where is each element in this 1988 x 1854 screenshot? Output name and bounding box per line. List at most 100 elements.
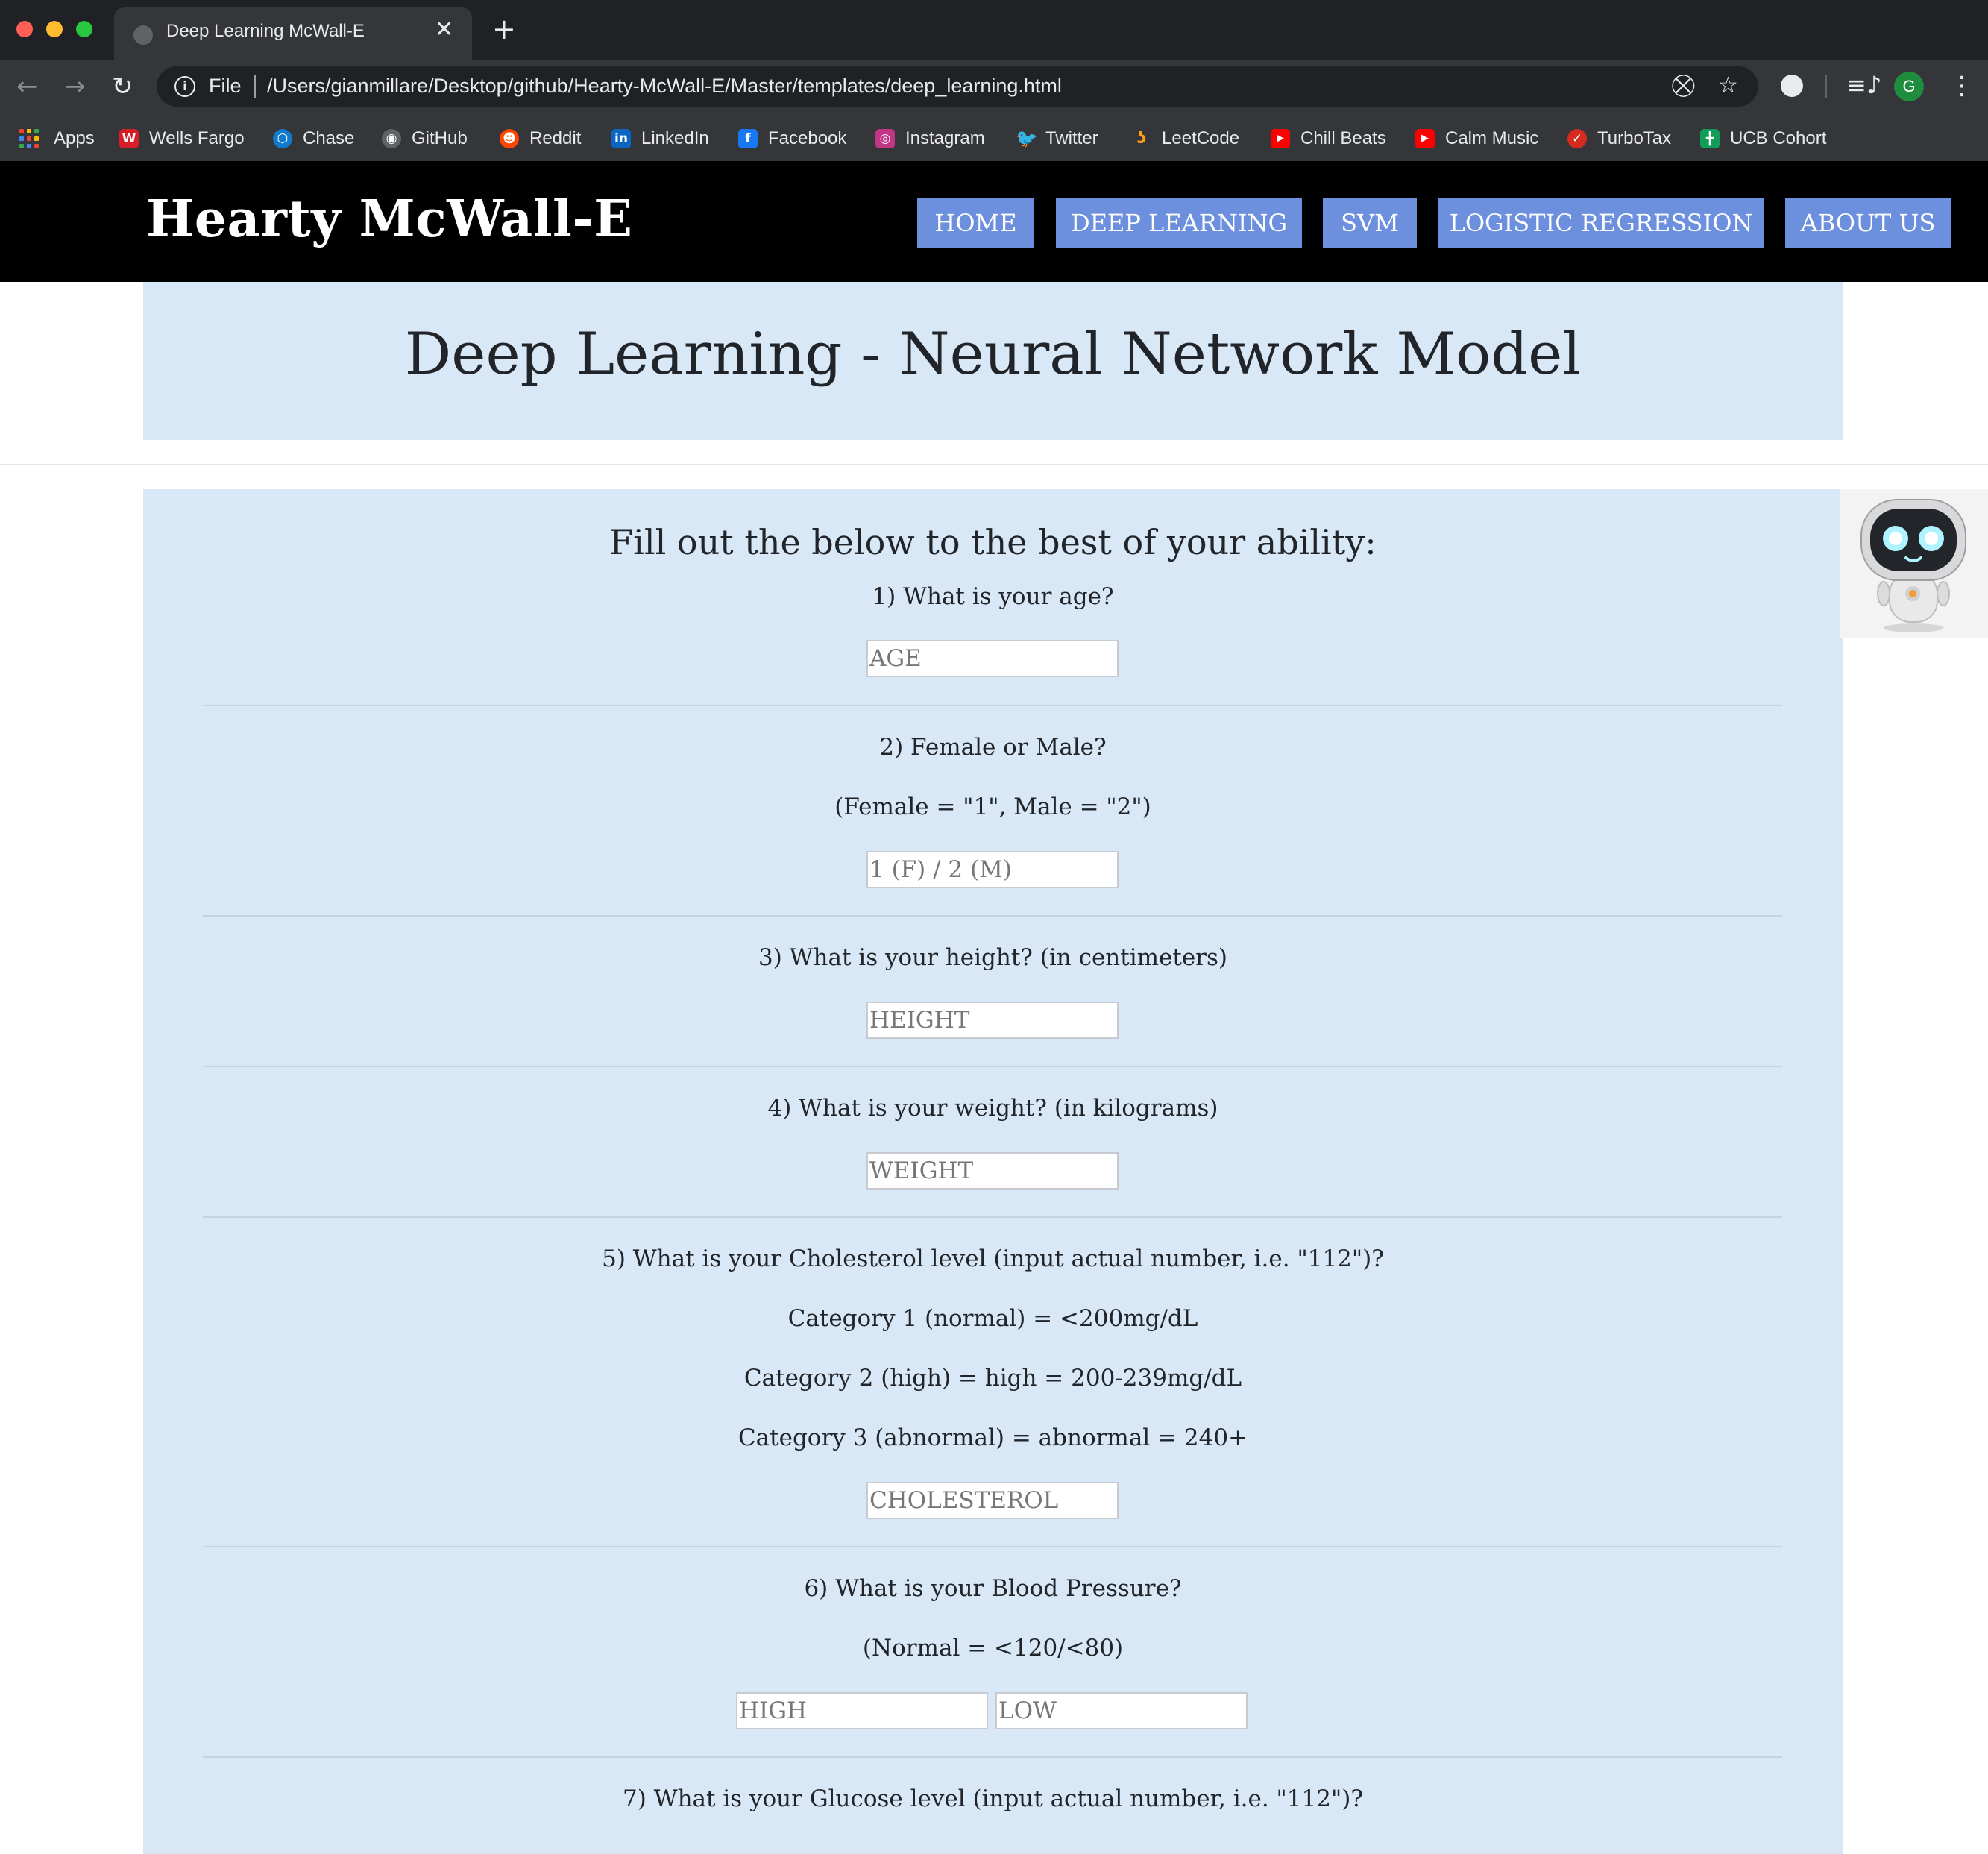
age-input[interactable]: [866, 640, 1119, 677]
bookmarks-bar: Apps W Wells Fargo ⬡ Chase ◉ GitHub ☻ Re…: [0, 119, 1988, 158]
globe-icon: [133, 25, 153, 45]
bookmark-instagram[interactable]: ◎ Instagram: [875, 124, 985, 154]
browser-tab[interactable]: Deep Learning McWall-E ✕: [114, 7, 472, 60]
blood-pressure-low-input[interactable]: [995, 1692, 1248, 1729]
bookmark-label: LeetCode: [1162, 128, 1240, 148]
bookmark-label: Apps: [54, 128, 95, 148]
page-title: Deep Learning - Neural Network Model: [404, 321, 1582, 388]
question-divider: [203, 1546, 1782, 1547]
robot-mascot[interactable]: [1840, 489, 1988, 638]
twitter-icon: 🐦: [1016, 128, 1038, 149]
question-divider: [203, 915, 1782, 917]
question-height: 3) What is your height? (in centimeters): [758, 944, 1227, 971]
bookmark-apps[interactable]: Apps: [19, 124, 95, 154]
bookmark-label: Chill Beats: [1300, 128, 1386, 148]
new-tab-icon[interactable]: +: [492, 15, 516, 43]
browser-chrome: Deep Learning McWall-E ✕ + ← → ↻ i File …: [0, 0, 1988, 161]
toolbar-separator: [1825, 75, 1827, 98]
tab-title: Deep Learning McWall-E: [166, 21, 365, 41]
reload-icon[interactable]: ↻: [112, 72, 133, 101]
cholesterol-category-3: Category 3 (abnormal) = abnormal = 240+: [737, 1424, 1248, 1451]
bookmark-reddit[interactable]: ☻ Reddit: [500, 124, 581, 154]
bookmark-facebook[interactable]: f Facebook: [738, 124, 846, 154]
nav-deep-learning[interactable]: DEEP LEARNING: [1056, 198, 1302, 248]
nav-about-us[interactable]: ABOUT US: [1785, 198, 1951, 248]
height-input[interactable]: [866, 1002, 1119, 1039]
blocked-cookie-icon[interactable]: ⛒: [1672, 72, 1695, 98]
section-divider: [0, 464, 1988, 465]
address-bar[interactable]: i File /Users/gianmillare/Desktop/github…: [157, 66, 1758, 107]
leetcode-icon: ʖ: [1136, 129, 1147, 148]
google-sheets-icon: ╋: [1700, 129, 1720, 148]
bookmark-chill-beats[interactable]: ▶ Chill Beats: [1271, 124, 1386, 154]
youtube-icon: ▶: [1415, 129, 1435, 148]
bookmark-wells-fargo[interactable]: W Wells Fargo: [119, 124, 245, 154]
bookmark-label: LinkedIn: [641, 128, 709, 148]
bookmark-label: Chase: [303, 128, 355, 148]
bookmark-chase[interactable]: ⬡ Chase: [273, 124, 354, 154]
wells-fargo-icon: W: [119, 129, 139, 148]
bookmark-label: Calm Music: [1445, 128, 1539, 148]
nav-svm[interactable]: SVM: [1323, 198, 1417, 248]
bookmark-twitter[interactable]: 🐦 Twitter: [1016, 124, 1098, 154]
bookmark-label: Reddit: [529, 128, 582, 148]
question-blood-pressure: 6) What is your Blood Pressure?: [804, 1575, 1182, 1602]
question-glucose: 7) What is your Glucose level (input act…: [623, 1785, 1363, 1812]
url-scheme-label: File: [209, 75, 242, 97]
window-minimize-light[interactable]: [46, 21, 63, 37]
window-zoom-light[interactable]: [76, 21, 92, 37]
turbotax-icon: ✓: [1567, 129, 1587, 148]
forward-arrow-icon[interactable]: →: [64, 72, 86, 101]
bookmark-turbotax[interactable]: ✓ TurboTax: [1567, 124, 1671, 154]
weight-input[interactable]: [866, 1152, 1119, 1190]
site-logo[interactable]: Hearty McWall-E: [146, 189, 632, 249]
more-menu-icon[interactable]: ⋮: [1949, 71, 1975, 101]
question-weight: 4) What is your weight? (in kilograms): [767, 1095, 1218, 1122]
nav-logistic-regression[interactable]: LOGISTIC REGRESSION: [1438, 198, 1764, 248]
close-tab-icon[interactable]: ✕: [435, 16, 453, 43]
cholesterol-input[interactable]: [866, 1482, 1119, 1519]
bookmark-ucb-cohort[interactable]: ╋ UCB Cohort: [1700, 124, 1826, 154]
bookmark-calm-music[interactable]: ▶ Calm Music: [1415, 124, 1538, 154]
window-close-light[interactable]: [16, 21, 33, 37]
youtube-icon: ▶: [1271, 129, 1290, 148]
nav-home[interactable]: HOME: [917, 198, 1034, 248]
bookmark-leetcode[interactable]: ʖ LeetCode: [1132, 124, 1239, 154]
bookmark-linkedin[interactable]: in LinkedIn: [611, 124, 709, 154]
linkedin-icon: in: [611, 129, 631, 148]
prediction-form: Fill out the below to the best of your a…: [143, 489, 1843, 1854]
info-icon[interactable]: i: [174, 76, 195, 97]
question-divider: [203, 1216, 1782, 1218]
question-sex: 2) Female or Male?: [879, 734, 1107, 761]
form-heading: Fill out the below to the best of your a…: [609, 522, 1377, 562]
media-queue-icon[interactable]: ≡♪: [1846, 71, 1881, 99]
blood-pressure-note: (Normal = <120/<80): [862, 1635, 1124, 1662]
question-divider: [203, 705, 1782, 706]
omnibox-separator: [254, 75, 256, 98]
github-icon: ◉: [382, 129, 401, 148]
instagram-icon: ◎: [875, 129, 895, 148]
facebook-icon: f: [738, 129, 758, 148]
reddit-icon: ☻: [500, 129, 519, 148]
question-age: 1) What is your age?: [872, 583, 1114, 610]
cholesterol-category-1: Category 1 (normal) = <200mg/dL: [787, 1305, 1198, 1332]
back-arrow-icon[interactable]: ←: [16, 72, 38, 101]
sex-note: (Female = "1", Male = "2"): [834, 794, 1151, 820]
bookmark-label: Facebook: [768, 128, 847, 148]
apps-grid-icon: [19, 129, 39, 148]
question-cholesterol: 5) What is your Cholesterol level (input…: [602, 1245, 1384, 1272]
bookmark-label: TurboTax: [1597, 128, 1672, 148]
bookmark-label: Wells Fargo: [149, 128, 245, 148]
sex-input[interactable]: [866, 851, 1119, 888]
profile-avatar[interactable]: G: [1894, 72, 1924, 101]
bookmark-github[interactable]: ◉ GitHub: [382, 124, 468, 154]
blood-pressure-high-input[interactable]: [736, 1692, 988, 1729]
bookmark-star-icon[interactable]: ☆: [1718, 72, 1738, 98]
bookmark-label: Twitter: [1045, 128, 1098, 148]
chase-icon: ⬡: [273, 129, 292, 148]
url-text[interactable]: /Users/gianmillare/Desktop/github/Hearty…: [267, 75, 1062, 98]
extension-icon[interactable]: [1781, 75, 1803, 97]
bookmark-label: UCB Cohort: [1730, 128, 1827, 148]
robot-icon: [1860, 499, 1966, 632]
cholesterol-category-2: Category 2 (high) = high = 200-239mg/dL: [743, 1365, 1242, 1392]
